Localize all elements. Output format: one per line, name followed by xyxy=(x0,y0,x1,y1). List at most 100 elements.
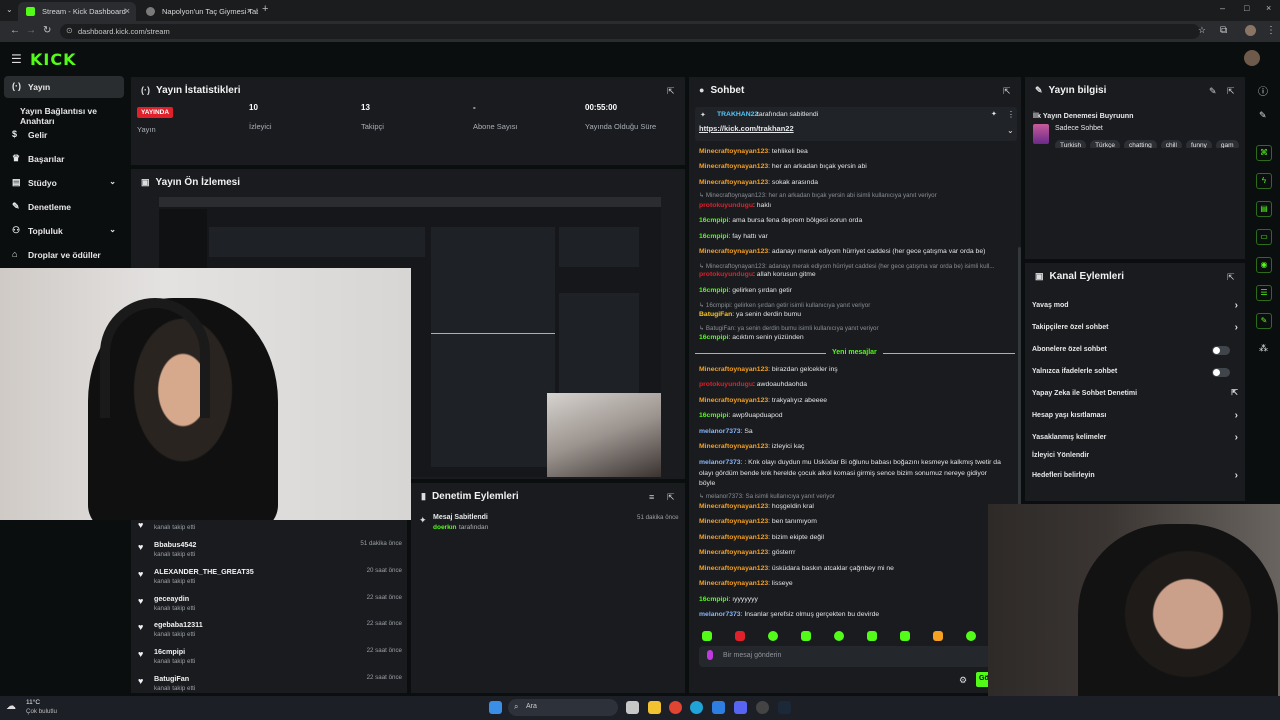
emote-icon[interactable] xyxy=(900,631,910,641)
new-tab-icon[interactable]: + xyxy=(262,3,268,15)
sidebar-item-basarilar[interactable]: ♛ Başarılar xyxy=(4,148,124,170)
emote-icon[interactable] xyxy=(768,631,778,641)
chat-username[interactable]: 16cmpipi xyxy=(699,287,728,294)
popout-icon[interactable]: ⇱ xyxy=(667,492,675,503)
stream-tag[interactable]: funny xyxy=(1185,140,1212,148)
unpin-icon[interactable]: ✦ xyxy=(991,110,997,118)
edge-icon[interactable] xyxy=(690,701,703,714)
toggle-switch[interactable] xyxy=(1212,346,1230,355)
feed-name[interactable]: egebaba12311 xyxy=(154,620,203,629)
file-explorer-icon[interactable] xyxy=(648,701,661,714)
chat-username[interactable]: Minecraftoynayan123 xyxy=(699,163,768,170)
lightning-icon[interactable]: ϟ xyxy=(1256,173,1272,189)
channel-action-item[interactable]: Yalnızca ifadelerle sohbet xyxy=(1032,368,1240,384)
pinned-user[interactable]: TRAKHAN22 xyxy=(717,111,758,118)
popout-icon[interactable]: ⇱ xyxy=(667,86,675,97)
stream-tag[interactable]: chill xyxy=(1160,140,1182,148)
toggle-switch[interactable] xyxy=(1212,368,1230,377)
channel-action-item[interactable]: Takipçilere özel sohbet › xyxy=(1032,322,1240,340)
chat-username[interactable]: Minecraftoynayan123 xyxy=(699,366,768,373)
info-icon[interactable]: ⓘ xyxy=(1258,83,1268,98)
stream-tag[interactable]: chatting xyxy=(1123,140,1157,148)
filter-icon[interactable]: ≡ xyxy=(649,492,654,502)
feed-name[interactable]: BatugiFan xyxy=(154,674,189,683)
more-icon[interactable]: ⋮ xyxy=(1007,110,1015,119)
task-view-icon[interactable] xyxy=(626,701,639,714)
chat-username[interactable]: melanor7373 xyxy=(699,611,741,618)
emote-icon[interactable] xyxy=(702,631,712,641)
chat-username[interactable]: Minecraftoynayan123 xyxy=(699,565,768,572)
mic-icon[interactable] xyxy=(707,650,713,660)
obs-icon[interactable] xyxy=(756,701,769,714)
channel-action-item[interactable]: Hedefleri belirleyin › xyxy=(1032,470,1240,488)
channel-action-item[interactable]: Yasaklanmış kelimeler › xyxy=(1032,432,1240,450)
chat-username[interactable]: protokuyundugu xyxy=(699,271,753,278)
emote-icon[interactable] xyxy=(966,631,976,641)
weather-icon[interactable]: ☁ xyxy=(6,701,16,712)
feed-name[interactable]: geceaydin xyxy=(154,594,189,603)
chat-settings-icon[interactable]: ⚙ xyxy=(959,675,967,686)
sidebar-item-denetleme[interactable]: ✎ Denetleme xyxy=(4,196,124,218)
stream-tag[interactable]: Türkçe xyxy=(1090,140,1120,148)
chat-username[interactable]: Minecraftoynayan123 xyxy=(699,179,768,186)
channel-action-item[interactable]: İzleyici Yönlendir xyxy=(1032,452,1240,468)
user-avatar[interactable] xyxy=(1244,50,1260,66)
sidebar-item-topluluk[interactable]: ⚇ Topluluk ⌄ xyxy=(4,220,124,242)
chat-username[interactable]: 16cmpipi xyxy=(699,596,728,603)
channel-action-item[interactable]: Yavaş mod › xyxy=(1032,300,1240,318)
tab-napolyon[interactable]: Napolyon'un Taç Giymesi Tablo × xyxy=(138,2,258,21)
chat-username[interactable]: Minecraftoynayan123 xyxy=(699,580,768,587)
emote-icon[interactable] xyxy=(933,631,943,641)
chat-username[interactable]: melanor7373 xyxy=(699,459,741,466)
feed-name[interactable]: Bbabus4542 xyxy=(154,540,196,549)
category-thumbnail[interactable] xyxy=(1033,124,1049,144)
url-field[interactable]: ⊙ dashboard.kick.com/stream ☆ xyxy=(60,24,1206,39)
emote-icon[interactable] xyxy=(735,631,745,641)
chat-input[interactable]: Bir mesaj gönderin xyxy=(699,646,1013,667)
close-tab-icon[interactable]: × xyxy=(125,6,130,16)
channel-action-item[interactable]: Abonelere özel sohbet xyxy=(1032,346,1240,362)
pinned-link[interactable]: https://kick.com/trakhan22 xyxy=(699,124,794,133)
chat-username[interactable]: Minecraftoynayan123 xyxy=(699,248,768,255)
maximize-icon[interactable]: □ xyxy=(1244,3,1249,13)
emote-icon[interactable] xyxy=(801,631,811,641)
broadcast-icon[interactable]: ◉ xyxy=(1256,257,1272,273)
stream-tag[interactable]: Turkish xyxy=(1055,140,1087,148)
chat-username[interactable]: Minecraftoynayan123 xyxy=(699,549,768,556)
minimize-icon[interactable]: – xyxy=(1220,3,1225,13)
start-icon[interactable] xyxy=(489,701,502,714)
forward-icon[interactable]: → xyxy=(26,25,36,36)
chat-username[interactable]: BatugiFan xyxy=(699,311,732,318)
sidebar-item-yayin[interactable]: (·) Yayın xyxy=(4,76,124,98)
channel-action-item[interactable]: Yapay Zeka ile Sohbet Denetimi ⇱ xyxy=(1032,388,1240,406)
category-name[interactable]: Sadece Sohbet xyxy=(1055,125,1103,132)
profile-avatar[interactable] xyxy=(1245,25,1256,36)
channel-action-item[interactable]: Hesap yaşı kısıtlaması › xyxy=(1032,410,1240,428)
chat-bubble-icon[interactable]: ▭ xyxy=(1256,229,1272,245)
tab-list-icon[interactable]: ⌄ xyxy=(6,5,13,14)
emote-icon[interactable] xyxy=(867,631,877,641)
sidebar-item-studyo[interactable]: ▤ Stüdyo ⌄ xyxy=(4,172,124,194)
kick-logo[interactable]: KICK xyxy=(30,50,77,69)
bookmark-star-icon[interactable]: ☆ xyxy=(1198,25,1206,36)
site-info-icon[interactable]: ⊙ xyxy=(66,26,73,35)
steam-icon[interactable] xyxy=(778,701,791,714)
popout-icon[interactable]: ⇱ xyxy=(1227,272,1235,283)
chat-username[interactable]: 16cmpipi xyxy=(699,412,728,419)
sidebar-item-gelir[interactable]: $ Gelir xyxy=(4,124,124,146)
chat-username[interactable]: 16cmpipi xyxy=(699,233,728,240)
mail-icon[interactable] xyxy=(712,701,725,714)
chat-username[interactable]: 16cmpipi xyxy=(699,334,728,341)
quick-action-icon[interactable]: ⌘ xyxy=(1256,145,1272,161)
chat-username[interactable]: Minecraftoynayan123 xyxy=(699,503,768,510)
popout-icon[interactable]: ⇱ xyxy=(1227,86,1235,97)
browser-menu-icon[interactable]: ⋮ xyxy=(1266,25,1276,36)
emote-icon[interactable] xyxy=(834,631,844,641)
reload-icon[interactable]: ↻ xyxy=(43,25,51,36)
popout-icon[interactable]: ⇱ xyxy=(1003,86,1011,97)
chrome-icon[interactable] xyxy=(669,701,682,714)
chat-username[interactable]: Minecraftoynayan123 xyxy=(699,397,768,404)
extensions-icon[interactable]: ⧉ xyxy=(1220,25,1227,36)
list-icon[interactable]: ☰ xyxy=(1256,285,1272,301)
edit-icon[interactable]: ✎ xyxy=(1209,86,1217,97)
